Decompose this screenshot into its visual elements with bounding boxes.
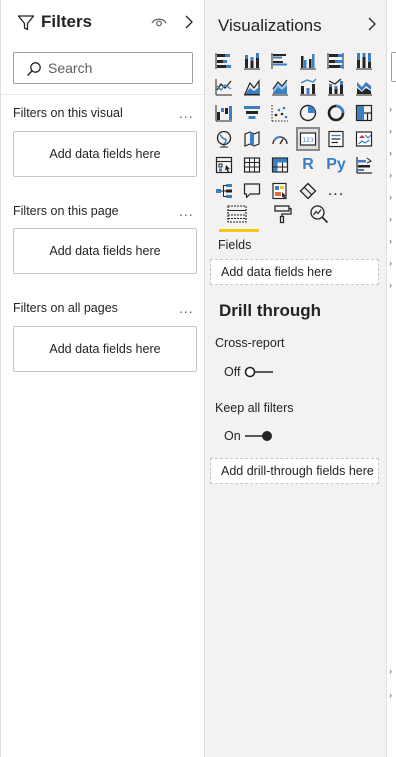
- funnel-icon: [17, 15, 35, 31]
- fields-label: Fields: [218, 238, 252, 252]
- divider: [1, 94, 205, 95]
- chevron-icon[interactable]: ›: [389, 236, 392, 246]
- kpi-icon[interactable]: [353, 128, 375, 150]
- more-options-button[interactable]: ...: [179, 300, 194, 316]
- format-tab[interactable]: [269, 200, 297, 228]
- waterfall-chart-icon[interactable]: [213, 102, 235, 124]
- cross-report-label: Cross-report: [215, 336, 285, 350]
- cross-report-state: Off: [224, 365, 241, 379]
- scatter-chart-icon[interactable]: [269, 102, 291, 124]
- chevron-right-icon[interactable]: [365, 15, 379, 33]
- chevron-icon[interactable]: ›: [389, 258, 392, 268]
- map-icon[interactable]: [213, 128, 235, 150]
- filters-pane: Filters Filters on this visual ... Add d…: [0, 0, 205, 757]
- keep-all-filters-label: Keep all filters: [215, 401, 294, 415]
- 100-stacked-bar-chart-icon[interactable]: [325, 50, 347, 72]
- funnel-chart-icon[interactable]: [241, 102, 263, 124]
- analytics-tab[interactable]: [305, 200, 333, 228]
- drill-through-drop-zone[interactable]: Add drill-through fields here: [210, 458, 379, 484]
- clustered-bar-chart-icon[interactable]: [269, 50, 291, 72]
- chevron-icon[interactable]: ›: [389, 214, 392, 224]
- stacked-bar-chart-icon[interactable]: [213, 50, 235, 72]
- qa-icon[interactable]: [241, 180, 263, 202]
- filters-on-page-drop-zone[interactable]: Add data fields here: [13, 228, 197, 274]
- clustered-column-chart-icon[interactable]: [297, 50, 319, 72]
- eye-icon[interactable]: [151, 15, 167, 29]
- key-influencers-icon[interactable]: [353, 154, 375, 176]
- filters-on-all-pages-title: Filters on all pages: [13, 301, 118, 315]
- search-icon: [27, 62, 41, 76]
- fields-pane-edge: › › › › › › › › › › ›: [386, 0, 396, 757]
- active-tab-indicator: [219, 229, 259, 232]
- more-visuals-label: ...: [327, 182, 345, 199]
- more-options-button[interactable]: ...: [179, 105, 194, 121]
- filters-on-all-pages-drop-zone[interactable]: Add data fields here: [13, 326, 197, 372]
- area-chart-icon[interactable]: [241, 76, 263, 98]
- filters-header: Filters: [1, 0, 205, 44]
- chevron-icon[interactable]: ›: [389, 148, 392, 158]
- gauge-icon[interactable]: [269, 128, 291, 150]
- search-box[interactable]: [13, 52, 193, 84]
- line-chart-icon[interactable]: [213, 76, 235, 98]
- line-clustered-column-icon[interactable]: [297, 76, 319, 98]
- chevron-icon[interactable]: ›: [389, 192, 392, 202]
- chevron-icon[interactable]: ›: [389, 170, 392, 180]
- r-label: R: [302, 156, 314, 173]
- power-apps-icon[interactable]: [297, 180, 319, 202]
- card-icon[interactable]: 123: [296, 127, 320, 151]
- stacked-column-chart-icon[interactable]: [241, 50, 263, 72]
- paint-roller-icon: [274, 205, 292, 224]
- cross-report-toggle[interactable]: [243, 365, 275, 379]
- ribbon-chart-icon[interactable]: [353, 76, 375, 98]
- chevron-icon[interactable]: ›: [389, 126, 392, 136]
- filters-on-visual-drop-zone[interactable]: Add data fields here: [13, 131, 197, 177]
- svg-text:123: 123: [302, 137, 314, 144]
- filters-on-visual-title: Filters on this visual: [13, 106, 123, 120]
- fields-search-edge[interactable]: [391, 52, 396, 82]
- pie-chart-icon[interactable]: [297, 102, 319, 124]
- stacked-area-chart-icon[interactable]: [269, 76, 291, 98]
- drill-through-title: Drill through: [219, 301, 321, 320]
- fields-drop-zone[interactable]: Add data fields here: [210, 259, 379, 285]
- analytics-magnifier-icon: [310, 205, 329, 224]
- filters-on-page-title: Filters on this page: [13, 204, 119, 218]
- chevron-icon[interactable]: ›: [389, 104, 392, 114]
- fields-grid-icon: [227, 205, 247, 223]
- chevron-icon[interactable]: ›: [389, 280, 392, 290]
- paginated-report-icon[interactable]: [269, 180, 291, 202]
- keep-all-filters-state: On: [224, 429, 241, 443]
- keep-all-filters-toggle[interactable]: [243, 429, 275, 443]
- treemap-icon[interactable]: [353, 102, 375, 124]
- chevron-icon[interactable]: ›: [389, 690, 392, 700]
- donut-chart-icon[interactable]: [325, 102, 347, 124]
- line-stacked-column-icon[interactable]: [325, 76, 347, 98]
- decomposition-tree-icon[interactable]: [213, 180, 235, 202]
- python-visual-icon[interactable]: Py: [325, 154, 347, 176]
- more-options-button[interactable]: ...: [179, 203, 194, 219]
- fields-tab[interactable]: [223, 200, 251, 228]
- matrix-icon[interactable]: [269, 154, 291, 176]
- filled-map-icon[interactable]: [241, 128, 263, 150]
- slicer-icon[interactable]: [213, 154, 235, 176]
- r-script-visual-icon[interactable]: R: [297, 154, 319, 176]
- multi-row-card-icon[interactable]: [325, 128, 347, 150]
- visualizations-title: Visualizations: [218, 16, 322, 35]
- more-visuals-icon[interactable]: ...: [325, 180, 347, 202]
- table-icon[interactable]: [241, 154, 263, 176]
- visualizations-pane: Visualizations 123 R Py ... Fields Add d…: [204, 0, 386, 757]
- chevron-icon[interactable]: ›: [389, 666, 392, 676]
- chevron-right-icon[interactable]: [182, 13, 196, 31]
- py-label: Py: [326, 156, 346, 173]
- search-input[interactable]: [48, 57, 188, 79]
- 100-stacked-column-chart-icon[interactable]: [353, 50, 375, 72]
- filters-title: Filters: [41, 12, 93, 31]
